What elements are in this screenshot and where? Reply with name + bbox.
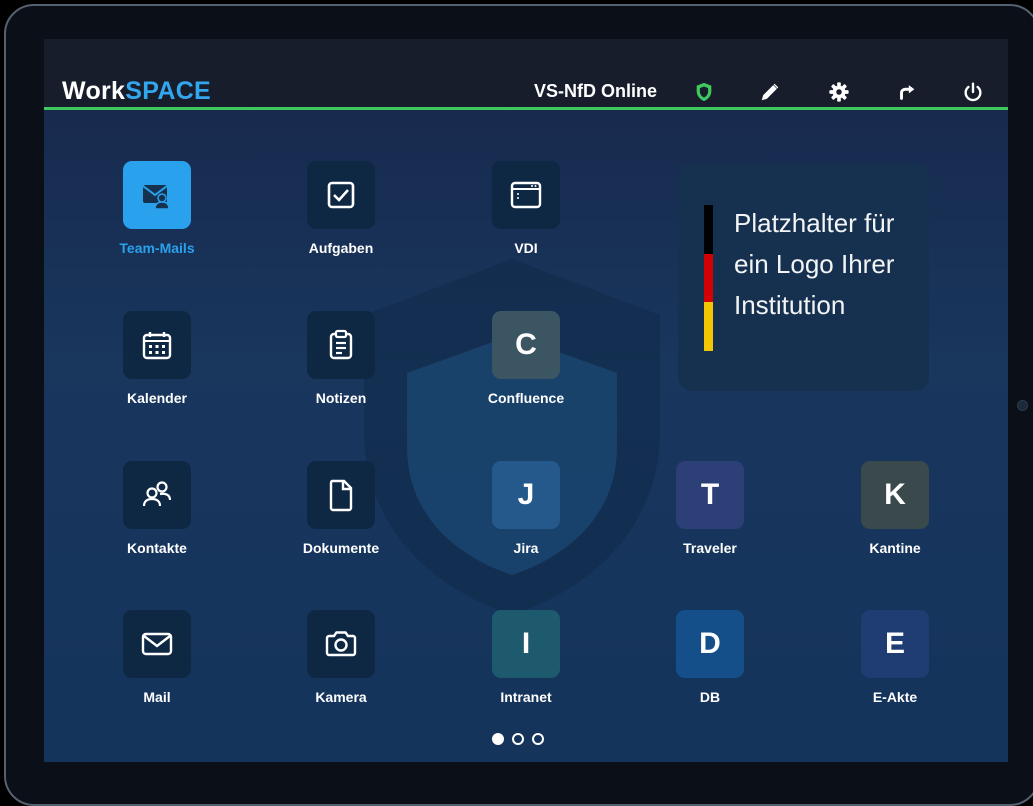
document-icon — [307, 461, 375, 529]
app-tile-intranet[interactable]: I Intranet — [456, 610, 596, 705]
power-icon[interactable] — [962, 81, 984, 103]
page-dot-1[interactable] — [492, 733, 504, 745]
app-tile-dokumente[interactable]: Dokumente — [271, 461, 411, 556]
redirect-icon[interactable] — [896, 81, 918, 103]
brand-logo: WorkSPACE — [62, 77, 211, 106]
envelope-icon — [123, 610, 191, 678]
app-label: Kontakte — [127, 540, 187, 556]
app-label: Kalender — [127, 390, 187, 406]
app-tile-e-akte[interactable]: E E-Akte — [825, 610, 965, 705]
german-flag-bar — [704, 205, 713, 351]
checkbox-icon — [307, 161, 375, 229]
app-letter: J — [517, 478, 535, 511]
app-letter: C — [515, 328, 537, 361]
app-label: Mail — [143, 689, 171, 705]
e-akte-letter-tile: E — [861, 610, 929, 678]
app-label: Kantine — [869, 540, 921, 556]
gear-icon[interactable] — [828, 81, 850, 103]
app-label: Traveler — [683, 540, 737, 556]
calendar-icon — [123, 311, 191, 379]
screen: WorkSPACE VS-NfD Online Team-Mails Aufga… — [44, 39, 1008, 762]
kantine-letter-tile: K — [861, 461, 929, 529]
app-tile-vdi[interactable]: VDI — [456, 161, 596, 256]
contacts-icon — [123, 461, 191, 529]
app-letter: E — [884, 627, 905, 660]
brand-work: Work — [62, 77, 126, 105]
app-label: Confluence — [487, 390, 565, 406]
app-tile-kontakte[interactable]: Kontakte — [87, 461, 227, 556]
shield-check-icon — [693, 81, 715, 103]
app-label: DB — [699, 689, 721, 705]
status-text: VS-NfD Online — [534, 81, 658, 101]
app-label: Team-Mails — [119, 240, 195, 256]
app-letter: D — [699, 627, 721, 660]
confluence-letter-tile: C — [492, 311, 560, 379]
logo-placeholder-text: Platzhalter für ein Logo Ihrer Instituti… — [734, 208, 895, 320]
app-label: Aufgaben — [308, 240, 374, 256]
page-dot-2[interactable] — [512, 733, 524, 745]
app-tile-kantine[interactable]: K Kantine — [825, 461, 965, 556]
app-letter: I — [521, 627, 531, 660]
app-letter: T — [700, 478, 720, 511]
page-dot-3[interactable] — [532, 733, 544, 745]
app-tile-team-mails[interactable]: Team-Mails — [87, 161, 227, 256]
app-letter: K — [884, 478, 906, 511]
app-label: Intranet — [500, 689, 552, 705]
app-tile-notizen[interactable]: Notizen — [271, 311, 411, 406]
team-mail-icon — [123, 161, 191, 229]
jira-letter-tile: J — [492, 461, 560, 529]
app-label: Notizen — [315, 390, 367, 406]
app-label: Kamera — [315, 689, 367, 705]
app-label: Jira — [513, 540, 539, 556]
app-tile-kamera[interactable]: Kamera — [271, 610, 411, 705]
camera-icon — [307, 610, 375, 678]
app-tile-mail[interactable]: Mail — [87, 610, 227, 705]
app-label: VDI — [514, 240, 538, 256]
window-icon — [492, 161, 560, 229]
brand-space: SPACE — [125, 77, 212, 105]
logo-placeholder-card: Platzhalter für ein Logo Ihrer Instituti… — [678, 163, 929, 391]
db-letter-tile: D — [676, 610, 744, 678]
intranet-letter-tile: I — [492, 610, 560, 678]
app-tile-confluence[interactable]: C Confluence — [456, 311, 596, 406]
camera-dot — [1017, 400, 1028, 411]
app-label: Dokumente — [302, 540, 380, 556]
app-tile-jira[interactable]: J Jira — [456, 461, 596, 556]
app-tile-kalender[interactable]: Kalender — [87, 311, 227, 406]
pencil-icon[interactable] — [759, 81, 781, 103]
app-label: E-Akte — [872, 689, 918, 705]
app-tile-db[interactable]: D DB — [640, 610, 780, 705]
app-tile-traveler[interactable]: T Traveler — [640, 461, 780, 556]
app-tile-aufgaben[interactable]: Aufgaben — [271, 161, 411, 256]
page-indicator — [492, 732, 552, 748]
traveler-letter-tile: T — [676, 461, 744, 529]
clipboard-icon — [307, 311, 375, 379]
top-bar: WorkSPACE VS-NfD Online — [44, 39, 1008, 110]
